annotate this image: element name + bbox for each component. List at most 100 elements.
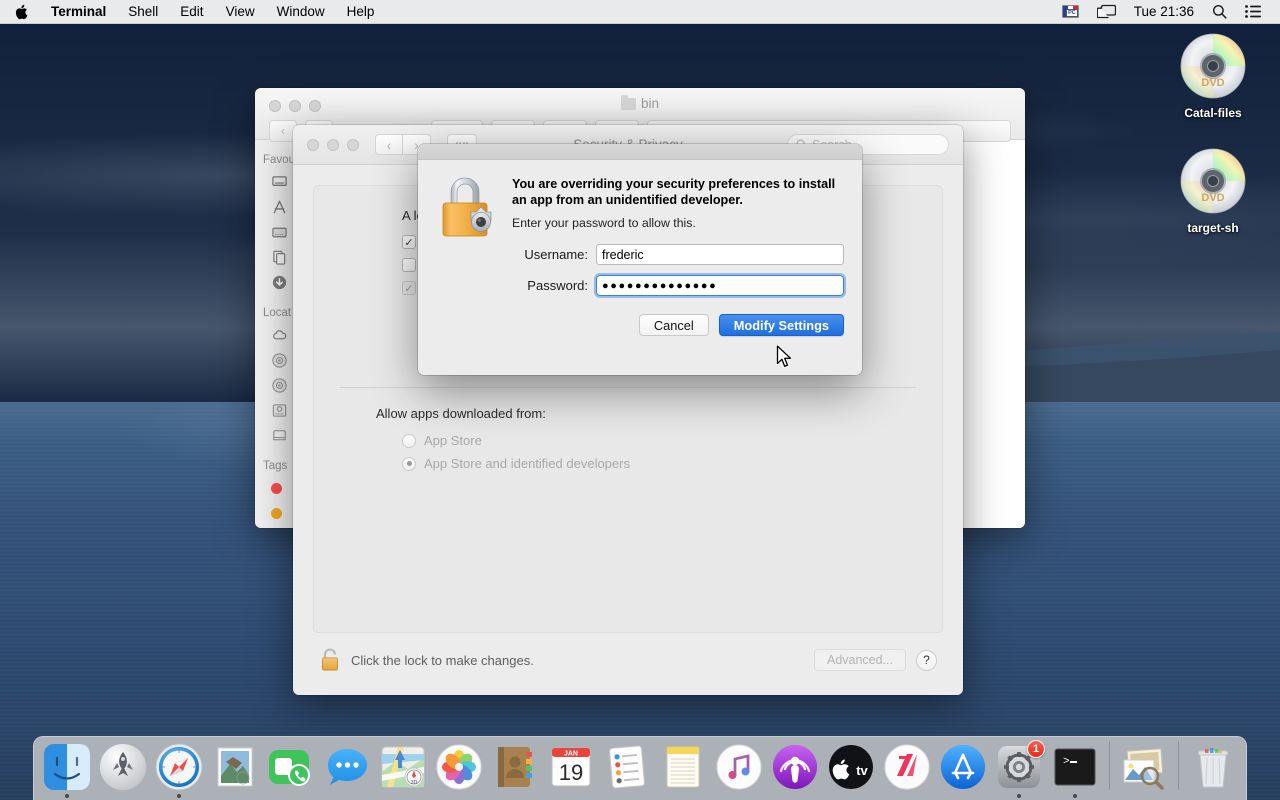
photos-icon bbox=[434, 742, 484, 792]
dock-item-trash[interactable] bbox=[1186, 742, 1240, 798]
radio-app-store-control[interactable] bbox=[402, 433, 416, 448]
desktop-icon-catal-files[interactable]: DVD Catal-files bbox=[1158, 30, 1268, 120]
desktop-icon-target-sh[interactable]: DVD target-sh bbox=[1158, 145, 1268, 235]
dialog-text-block: You are overriding your security prefere… bbox=[512, 174, 846, 298]
svg-text:>: > bbox=[1063, 756, 1070, 768]
icloud-icon bbox=[273, 330, 287, 340]
running-indicator bbox=[961, 794, 965, 798]
security-checkbox-2[interactable] bbox=[402, 258, 416, 272]
running-indicator bbox=[681, 794, 685, 798]
mail-icon bbox=[210, 742, 260, 792]
running-indicator bbox=[65, 794, 69, 798]
dock-item-reminders[interactable] bbox=[600, 742, 654, 798]
running-indicator bbox=[905, 794, 909, 798]
dock-item-news[interactable] bbox=[880, 742, 934, 798]
unlocked-padlock-icon[interactable] bbox=[319, 647, 341, 673]
security-footer: Click the lock to make changes. Advanced… bbox=[313, 633, 943, 675]
menu-bar-left: Terminal Shell Edit View Window Help bbox=[0, 0, 385, 24]
dock-item-messages[interactable] bbox=[320, 742, 374, 798]
password-field[interactable]: ●●●●●●●●●●●●●● bbox=[594, 273, 846, 298]
radio-app-store-identified[interactable]: App Store and identified developers bbox=[402, 456, 916, 471]
radio-app-store-identified-control[interactable] bbox=[402, 456, 416, 471]
calendar-icon: JAN 19 bbox=[546, 742, 596, 792]
menu-window[interactable]: Window bbox=[266, 0, 336, 24]
dock-item-maps[interactable]: 3D bbox=[376, 742, 430, 798]
search-icon[interactable] bbox=[1203, 0, 1236, 24]
running-indicator bbox=[1211, 794, 1215, 798]
dock-item-podcasts[interactable] bbox=[768, 742, 822, 798]
running-indicator bbox=[793, 794, 797, 798]
authentication-dialog[interactable]: You are overriding your security prefere… bbox=[418, 144, 862, 375]
running-indicator bbox=[513, 794, 517, 798]
username-field[interactable]: frederic bbox=[596, 244, 844, 265]
lock-message: Click the lock to make changes. bbox=[351, 652, 534, 668]
menu-shell[interactable]: Shell bbox=[117, 0, 169, 24]
keyboard-flag-icon[interactable]: PC bbox=[1053, 0, 1088, 24]
control-center-icon[interactable] bbox=[1236, 0, 1270, 24]
dock-item-preview[interactable] bbox=[1117, 742, 1171, 798]
cancel-button[interactable]: Cancel bbox=[638, 314, 709, 336]
notes-icon bbox=[658, 742, 708, 792]
menu-view[interactable]: View bbox=[215, 0, 266, 24]
security-checkbox-1[interactable]: ✓ bbox=[402, 235, 416, 249]
apple-logo-icon[interactable] bbox=[10, 4, 40, 20]
system-preferences-icon: 1 bbox=[994, 740, 1045, 792]
menu-terminal[interactable]: Terminal bbox=[40, 0, 117, 24]
dock-item-itunes[interactable] bbox=[712, 742, 766, 798]
advanced-button[interactable]: Advanced... bbox=[813, 649, 906, 671]
dock-item-notes[interactable] bbox=[656, 742, 710, 798]
news-icon bbox=[882, 742, 932, 792]
display-icon[interactable] bbox=[1088, 0, 1125, 24]
trash-icon bbox=[1188, 742, 1238, 792]
running-indicator bbox=[457, 794, 461, 798]
facetime-icon bbox=[266, 742, 316, 792]
desktop-icon-label: Catal-files bbox=[1184, 106, 1242, 120]
harddisk-icon bbox=[272, 404, 287, 417]
documents-icon bbox=[273, 250, 286, 265]
calendar-month: JAN bbox=[564, 751, 578, 758]
dock[interactable]: 3D JAN 19 tv 1 > bbox=[33, 736, 1247, 800]
running-indicator bbox=[233, 794, 237, 798]
dock-item-appstore[interactable] bbox=[936, 742, 990, 798]
launchpad-icon bbox=[98, 742, 148, 792]
dock-separator-2 bbox=[1178, 742, 1179, 790]
dock-item-safari[interactable] bbox=[152, 742, 206, 798]
dock-item-calendar[interactable]: JAN 19 bbox=[544, 742, 598, 798]
dock-item-facetime[interactable] bbox=[264, 742, 318, 798]
menu-bar: Terminal Shell Edit View Window Help PC … bbox=[0, 0, 1280, 24]
dock-item-system-preferences[interactable]: 1 bbox=[992, 740, 1046, 798]
dock-item-terminal[interactable]: > bbox=[1048, 742, 1102, 798]
menu-help[interactable]: Help bbox=[336, 0, 386, 24]
modify-settings-button[interactable]: Modify Settings bbox=[718, 314, 844, 336]
menu-edit[interactable]: Edit bbox=[169, 0, 214, 24]
notification-badge: 1 bbox=[1027, 740, 1045, 758]
dock-item-finder[interactable] bbox=[40, 742, 94, 798]
help-button[interactable]: ? bbox=[916, 649, 937, 671]
menu-bar-status: PC Tue 21:36 bbox=[1053, 0, 1280, 24]
disc-icon bbox=[272, 378, 287, 393]
running-indicator bbox=[289, 794, 293, 798]
reminders-icon bbox=[602, 742, 652, 792]
terminal-icon: > bbox=[1050, 742, 1100, 792]
appletv-icon: tv bbox=[826, 742, 876, 792]
dock-item-mail[interactable] bbox=[208, 742, 262, 798]
radio-app-store-label: App Store bbox=[424, 433, 482, 448]
svg-text:tv: tv bbox=[856, 763, 868, 778]
dialog-content: You are overriding your security prefere… bbox=[418, 160, 862, 298]
username-row: Username: frederic bbox=[512, 244, 844, 265]
airdrop-icon bbox=[272, 176, 287, 186]
dvd-disc-icon: DVD bbox=[1180, 33, 1246, 99]
security-checkbox-3[interactable]: ✓ bbox=[402, 281, 416, 295]
running-indicator bbox=[345, 794, 349, 798]
contacts-icon bbox=[490, 742, 540, 792]
running-indicator bbox=[1017, 794, 1021, 798]
calendar-day: 19 bbox=[559, 760, 583, 785]
dock-item-appletv[interactable]: tv bbox=[824, 742, 878, 798]
dock-item-photos[interactable] bbox=[432, 742, 486, 798]
running-indicator bbox=[401, 794, 405, 798]
clock[interactable]: Tue 21:36 bbox=[1125, 0, 1203, 24]
dock-item-launchpad[interactable] bbox=[96, 742, 150, 798]
radio-app-store[interactable]: App Store bbox=[402, 433, 916, 448]
dock-item-contacts[interactable] bbox=[488, 742, 542, 798]
podcasts-icon bbox=[770, 742, 820, 792]
